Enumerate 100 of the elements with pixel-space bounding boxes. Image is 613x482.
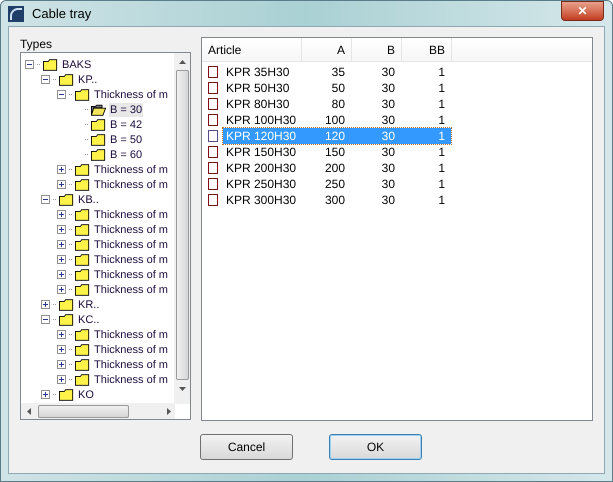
scroll-down-icon[interactable] xyxy=(178,387,186,391)
horizontal-scrollbar[interactable] xyxy=(21,403,175,419)
expand-icon[interactable] xyxy=(57,345,66,354)
checkbox[interactable] xyxy=(208,194,218,206)
expand-icon[interactable] xyxy=(57,210,66,219)
table-cell-text: 30 xyxy=(380,96,396,112)
ok-button[interactable]: OK xyxy=(329,434,422,460)
cancel-button[interactable]: Cancel xyxy=(200,434,293,460)
folder-icon xyxy=(43,58,58,70)
collapse-icon[interactable] xyxy=(57,90,66,99)
vertical-scrollbar[interactable] xyxy=(174,53,190,404)
folder-icon xyxy=(75,164,90,176)
open-folder-icon xyxy=(91,104,106,116)
expand-icon[interactable] xyxy=(57,180,66,189)
tree-item[interactable]: Thickness of m xyxy=(93,162,169,176)
tree-item[interactable]: Thickness of m xyxy=(93,252,169,266)
tree-item[interactable]: Thickness of m xyxy=(93,238,169,252)
table-cell-text: 1 xyxy=(437,144,446,160)
table-cell-text: 1 xyxy=(437,160,446,176)
tree-item[interactable]: Thickness of m xyxy=(93,88,169,102)
table-cell-text: KPR 35H30 xyxy=(225,64,290,80)
checkbox[interactable] xyxy=(208,130,218,142)
column-header[interactable]: Article xyxy=(202,38,302,61)
table-row[interactable]: KPR 35H30 35 30 1 xyxy=(223,64,451,80)
folder-icon xyxy=(75,268,90,280)
table-row[interactable]: KPR 250H30 250 30 1 xyxy=(223,176,451,192)
collapse-icon[interactable] xyxy=(41,315,50,324)
expand-icon[interactable] xyxy=(57,225,66,234)
table-cell-text: 30 xyxy=(380,160,396,176)
checkbox[interactable] xyxy=(208,146,218,158)
folder-icon xyxy=(75,358,90,370)
tree-item[interactable]: Thickness of m xyxy=(93,178,169,192)
expand-icon[interactable] xyxy=(57,270,66,279)
scroll-up-icon[interactable] xyxy=(178,60,186,64)
checkbox[interactable] xyxy=(208,82,218,94)
tree-item[interactable]: BAKS xyxy=(61,58,92,72)
expand-icon[interactable] xyxy=(41,390,50,399)
table-row[interactable]: KPR 50H30 50 30 1 xyxy=(223,80,451,96)
checkbox[interactable] xyxy=(208,162,218,174)
tree-item[interactable]: B = 60 xyxy=(109,148,144,162)
table-row[interactable]: KPR 200H30 200 30 1 xyxy=(223,160,451,176)
expand-icon[interactable] xyxy=(57,165,66,174)
folder-icon xyxy=(75,374,90,386)
expand-icon[interactable] xyxy=(57,375,66,384)
table-row[interactable]: KPR 100H30 100 30 1 xyxy=(223,112,451,128)
window-title: Cable tray xyxy=(32,4,92,23)
folder-icon xyxy=(75,254,90,266)
checkbox[interactable] xyxy=(208,66,218,78)
tree-item[interactable]: Thickness of m xyxy=(93,208,169,222)
expand-icon[interactable] xyxy=(57,330,66,339)
tree-item[interactable]: Thickness of m xyxy=(93,328,169,342)
table-cell-text: 50 xyxy=(330,80,346,96)
tree-item[interactable]: B = 30 xyxy=(109,102,144,116)
expand-icon[interactable] xyxy=(57,285,66,294)
table-cell-text: 250 xyxy=(324,176,346,192)
collapse-icon[interactable] xyxy=(25,60,34,69)
table-cell-text: 300 xyxy=(324,192,346,208)
expand-icon[interactable] xyxy=(57,240,66,249)
checkbox[interactable] xyxy=(208,178,218,190)
tree-item[interactable]: Thickness of m xyxy=(93,358,169,372)
scroll-right-icon[interactable] xyxy=(167,408,171,414)
tree-item[interactable]: Thickness of m xyxy=(93,222,169,236)
collapse-icon[interactable] xyxy=(41,195,50,204)
table-cell-text: KPR 120H30 xyxy=(225,128,298,144)
column-header[interactable]: BB xyxy=(402,38,452,61)
scroll-thumb[interactable] xyxy=(38,404,129,418)
tree-item[interactable]: Thickness of m xyxy=(93,342,169,356)
folder-icon xyxy=(59,388,74,400)
checkbox[interactable] xyxy=(208,114,218,126)
table-cell-text: KPR 200H30 xyxy=(225,160,298,176)
folder-icon xyxy=(59,194,74,206)
table-cell-text: 120 xyxy=(324,128,346,144)
scroll-left-icon[interactable] xyxy=(27,408,31,414)
tree-item[interactable]: KB.. xyxy=(77,192,100,206)
tree-item[interactable]: B = 42 xyxy=(109,118,144,132)
tree-item[interactable]: Thickness of m xyxy=(93,372,169,386)
column-header[interactable]: B xyxy=(352,38,402,61)
table-cell-text: 1 xyxy=(437,192,446,208)
tree-item[interactable]: KR.. xyxy=(77,298,100,312)
tree-item[interactable]: KP.. xyxy=(77,72,98,86)
tree-item[interactable]: Thickness of m xyxy=(93,268,169,282)
column-header[interactable]: A xyxy=(302,38,352,61)
expand-icon[interactable] xyxy=(57,360,66,369)
table-row[interactable]: KPR 300H30 300 30 1 xyxy=(223,192,451,208)
tree-item[interactable]: Thickness of m xyxy=(93,282,169,296)
expand-icon[interactable] xyxy=(41,300,50,309)
checkbox[interactable] xyxy=(208,98,218,110)
table-cell-text: 30 xyxy=(380,192,396,208)
tree-item[interactable]: KO xyxy=(77,388,95,402)
table-cell-text: 30 xyxy=(380,176,396,192)
expand-icon[interactable] xyxy=(57,255,66,264)
folder-icon xyxy=(59,298,74,310)
table-cell-text: 1 xyxy=(437,128,446,144)
tree-item[interactable]: KC.. xyxy=(77,312,100,326)
table-cell-text: KPR 100H30 xyxy=(225,112,298,128)
scroll-thumb[interactable] xyxy=(176,70,188,380)
tree-item[interactable]: B = 50 xyxy=(109,132,144,146)
table-row[interactable]: KPR 150H30 150 30 1 xyxy=(223,144,451,160)
table-row[interactable]: KPR 80H30 80 30 1 xyxy=(223,96,451,112)
collapse-icon[interactable] xyxy=(41,75,50,84)
